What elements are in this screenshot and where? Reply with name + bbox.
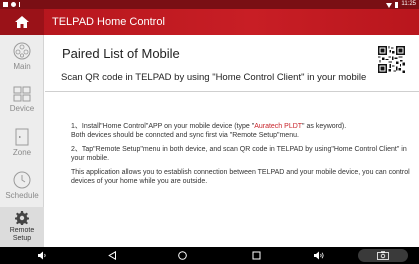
main-panel: Paired List of Mobile Scan QR code in TE… [45, 35, 419, 247]
sidebar-item-label: Schedule [5, 191, 39, 200]
home-icon [15, 16, 29, 28]
screenshot-button[interactable] [358, 249, 408, 262]
schedule-icon [13, 171, 31, 189]
instruction-step-2: 2、Tap"Remote Setup"menu in both device, … [71, 146, 407, 162]
keyword-highlight: Auratech PLDT [254, 123, 303, 130]
back-icon [107, 251, 116, 260]
alert-icon [19, 2, 20, 7]
sidebar-item-label: Main [13, 62, 31, 71]
sidebar-item-schedule[interactable]: Schedule [0, 164, 44, 207]
instructions: 1、Install"Home Control"APP on your mobil… [71, 123, 411, 192]
zone-icon [15, 128, 29, 146]
notification-icon [3, 2, 8, 7]
sidebar: Main Device Zone Schedule Remote Setup [0, 35, 44, 247]
status-bar: 11:25 [0, 0, 419, 9]
divider [45, 91, 419, 92]
home-nav-button[interactable] [174, 249, 190, 262]
home-button[interactable] [0, 9, 44, 35]
volume-up-icon [314, 251, 324, 260]
qr-code-icon [378, 46, 405, 73]
sidebar-item-label: Remote Setup [9, 227, 35, 242]
sidebar-item-main[interactable]: Main [0, 35, 44, 78]
recents-icon [252, 251, 260, 260]
device-icon [13, 86, 31, 102]
home-circle-icon [177, 251, 187, 260]
sidebar-item-label: Zone [12, 148, 32, 157]
gear-icon [15, 211, 29, 225]
android-icon [11, 2, 16, 7]
wifi-icon [386, 3, 393, 8]
main-icon [13, 42, 31, 60]
sidebar-item-label: Device [9, 104, 35, 113]
page-subtitle: Scan QR code in TELPAD by using "Home Co… [61, 72, 367, 83]
volume-up-button[interactable] [311, 249, 327, 262]
back-button[interactable] [104, 249, 120, 262]
status-time: 11:25 [401, 1, 416, 7]
instruction-note: This application allows you to establish… [71, 169, 410, 185]
navigation-bar [0, 247, 419, 264]
sidebar-item-device[interactable]: Device [0, 78, 44, 121]
title-bar: TELPAD Home Control [0, 9, 419, 35]
camera-icon [377, 251, 389, 260]
instruction-step-1: 1、Install"Home Control"APP on your mobil… [71, 123, 347, 139]
volume-down-button[interactable] [34, 249, 50, 262]
recents-button[interactable] [248, 249, 264, 262]
page-title: Paired List of Mobile [62, 46, 180, 61]
volume-down-icon [38, 251, 46, 260]
sidebar-item-remote-setup[interactable]: Remote Setup [0, 207, 44, 247]
app-title: TELPAD Home Control [52, 16, 165, 28]
battery-icon [395, 2, 399, 8]
sidebar-item-zone[interactable]: Zone [0, 121, 44, 164]
